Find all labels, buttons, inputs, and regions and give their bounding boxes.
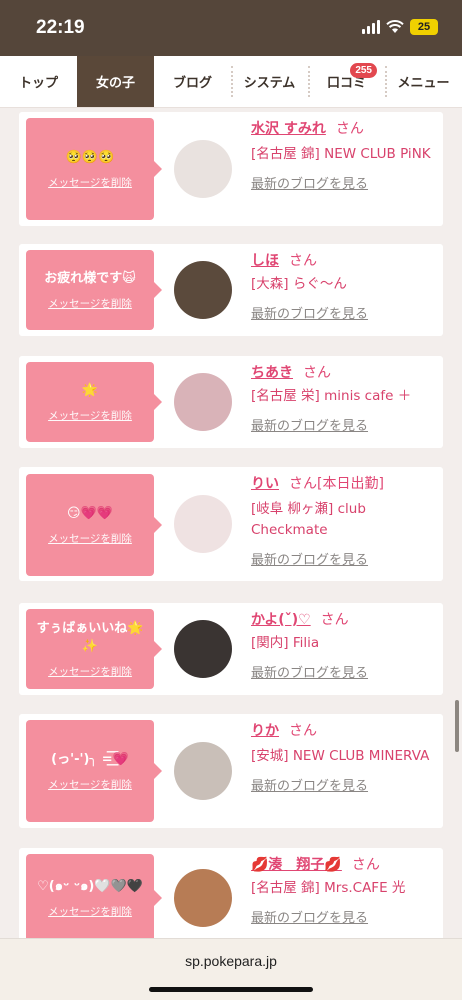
message-text: (っ'-')╮ =͟͟͞͞💗 [51,751,129,767]
nav-reviews[interactable]: 口コミ 255 [308,56,385,107]
delete-message-link[interactable]: メッセージを削除 [48,296,132,311]
message-bubble: 😏💗💗 メッセージを削除 [26,474,162,576]
avatar[interactable] [174,495,232,553]
girl-info: かよ(ˇ)♡ さん [関内] Filia 最新のブログを見る [251,611,433,681]
name-suffix: さん [335,121,364,137]
browser-url-bar: sp.pokepara.jp [0,938,462,1000]
girl-info: しほ さん [大森] らぐ〜ん 最新のブログを見る [251,252,433,322]
message-text: 🌟 [81,382,99,398]
delete-message-link[interactable]: メッセージを削除 [48,408,132,423]
battery-icon: 25 [410,19,438,35]
message-bubble: お疲れ様です🙀 メッセージを削除 [26,250,162,330]
status-time: 22:19 [36,17,85,38]
status-icons: 25 [362,19,438,35]
message-card: 😏💗💗 メッセージを削除 りい さん[本日出勤] [岐阜 柳ヶ瀬] club Ch… [19,467,443,581]
delete-message-link[interactable]: メッセージを削除 [48,664,132,679]
avatar[interactable] [174,140,232,198]
wifi-icon [386,20,404,33]
girl-name-link[interactable]: りか [251,723,279,739]
message-card: ♡(๑ᵕ ᵕ๑)🤍🩶🖤 メッセージを削除 💋湊 翔子💋 さん [名古屋 錦] Mr… [19,848,443,938]
girl-name-link[interactable]: りい [251,476,279,492]
avatar[interactable] [174,869,232,927]
message-card: お疲れ様です🙀 メッセージを削除 しほ さん [大森] らぐ〜ん 最新のブログを見… [19,244,443,336]
girl-info: りい さん[本日出勤] [岐阜 柳ヶ瀬] club Checkmate 最新のブロ… [251,475,433,568]
delete-message-link[interactable]: メッセージを削除 [48,904,132,919]
shop-name: [岐阜 柳ヶ瀬] club Checkmate [251,501,366,538]
latest-blog-link[interactable]: 最新のブログを見る [251,907,433,926]
shop-name: [安城] NEW CLUB MINERVA [251,748,430,764]
message-text: すぅばぁいいね🌟✨ [36,620,144,654]
girl-name-link[interactable]: しほ [251,253,279,269]
shop-name: [大森] らぐ〜ん [251,276,347,292]
message-bubble: 🌟 メッセージを削除 [26,362,162,442]
girl-name-link[interactable]: 💋湊 翔子💋 [251,857,342,873]
shop-name: [名古屋 栄] minis cafe ＋ [251,388,412,404]
latest-blog-link[interactable]: 最新のブログを見る [251,549,433,568]
message-card: 🥺🥺🥺 メッセージを削除 水沢 すみれ さん [名古屋 錦] NEW CLUB P… [19,112,443,226]
name-suffix: さん[本日出勤] [289,476,384,492]
message-text: お疲れ様です🙀 [44,270,136,286]
delete-message-link[interactable]: メッセージを削除 [48,777,132,792]
nav-menu[interactable]: メニュー [385,56,462,107]
avatar[interactable] [174,261,232,319]
avatar[interactable] [174,373,232,431]
girl-name-link[interactable]: ちあき [251,365,293,381]
delete-message-link[interactable]: メッセージを削除 [48,175,132,190]
nav-top[interactable]: トップ [0,56,77,107]
girl-info: りか さん [安城] NEW CLUB MINERVA 最新のブログを見る [251,722,433,794]
message-bubble: (っ'-')╮ =͟͟͞͞💗 メッセージを削除 [26,720,162,822]
home-indicator [149,987,313,992]
nav-system[interactable]: システム [231,56,308,107]
name-suffix: さん [289,253,317,269]
latest-blog-link[interactable]: 最新のブログを見る [251,775,433,794]
latest-blog-link[interactable]: 最新のブログを見る [251,415,433,434]
latest-blog-link[interactable]: 最新のブログを見る [251,173,433,192]
name-suffix: さん [303,365,331,381]
shop-name: [関内] Filia [251,635,320,651]
avatar[interactable] [174,620,232,678]
message-bubble: ♡(๑ᵕ ᵕ๑)🤍🩶🖤 メッセージを削除 [26,854,162,938]
message-card: すぅばぁいいね🌟✨ メッセージを削除 かよ(ˇ)♡ さん [関内] Filia 最… [19,603,443,695]
name-suffix: さん [289,723,317,739]
nav-blog[interactable]: ブログ [154,56,231,107]
message-card: (っ'-')╮ =͟͟͞͞💗 メッセージを削除 りか さん [安城] NEW CL… [19,714,443,828]
main-nav: トップ 女の子 ブログ システム 口コミ 255 メニュー [0,56,462,108]
message-list: 🥺🥺🥺 メッセージを削除 水沢 すみれ さん [名古屋 錦] NEW CLUB P… [0,108,462,938]
message-text: 🥺🥺🥺 [65,149,115,165]
message-bubble: すぅばぁいいね🌟✨ メッセージを削除 [26,609,162,689]
delete-message-link[interactable]: メッセージを削除 [48,531,132,546]
message-text: 😏💗💗 [67,505,113,521]
girl-name-link[interactable]: 水沢 すみれ [251,121,326,137]
avatar[interactable] [174,742,232,800]
status-bar: 22:19 25 [0,0,462,56]
nav-girls[interactable]: 女の子 [77,56,154,107]
name-suffix: さん [320,612,349,628]
shop-name: [名古屋 錦] NEW CLUB PiNK [251,146,431,162]
reviews-count-badge: 255 [350,63,377,78]
url-text[interactable]: sp.pokepara.jp [0,953,462,969]
message-text: ♡(๑ᵕ ᵕ๑)🤍🩶🖤 [37,878,143,894]
girl-info: 水沢 すみれ さん [名古屋 錦] NEW CLUB PiNK 最新のブログを見る [251,120,433,192]
shop-name: [名古屋 錦] Mrs.CAFE 光 [251,880,406,896]
latest-blog-link[interactable]: 最新のブログを見る [251,662,433,681]
girl-name-link[interactable]: かよ(ˇ)♡ [251,612,311,628]
girl-info: 💋湊 翔子💋 さん [名古屋 錦] Mrs.CAFE 光 最新のブログを見る [251,856,433,926]
name-suffix: さん [351,857,380,873]
message-bubble: 🥺🥺🥺 メッセージを削除 [26,118,162,220]
latest-blog-link[interactable]: 最新のブログを見る [251,303,433,322]
girl-info: ちあき さん [名古屋 栄] minis cafe ＋ 最新のブログを見る [251,364,433,434]
cellular-signal-icon [362,20,380,34]
scrollbar[interactable] [455,700,459,752]
message-card: 🌟 メッセージを削除 ちあき さん [名古屋 栄] minis cafe ＋ 最新… [19,356,443,448]
